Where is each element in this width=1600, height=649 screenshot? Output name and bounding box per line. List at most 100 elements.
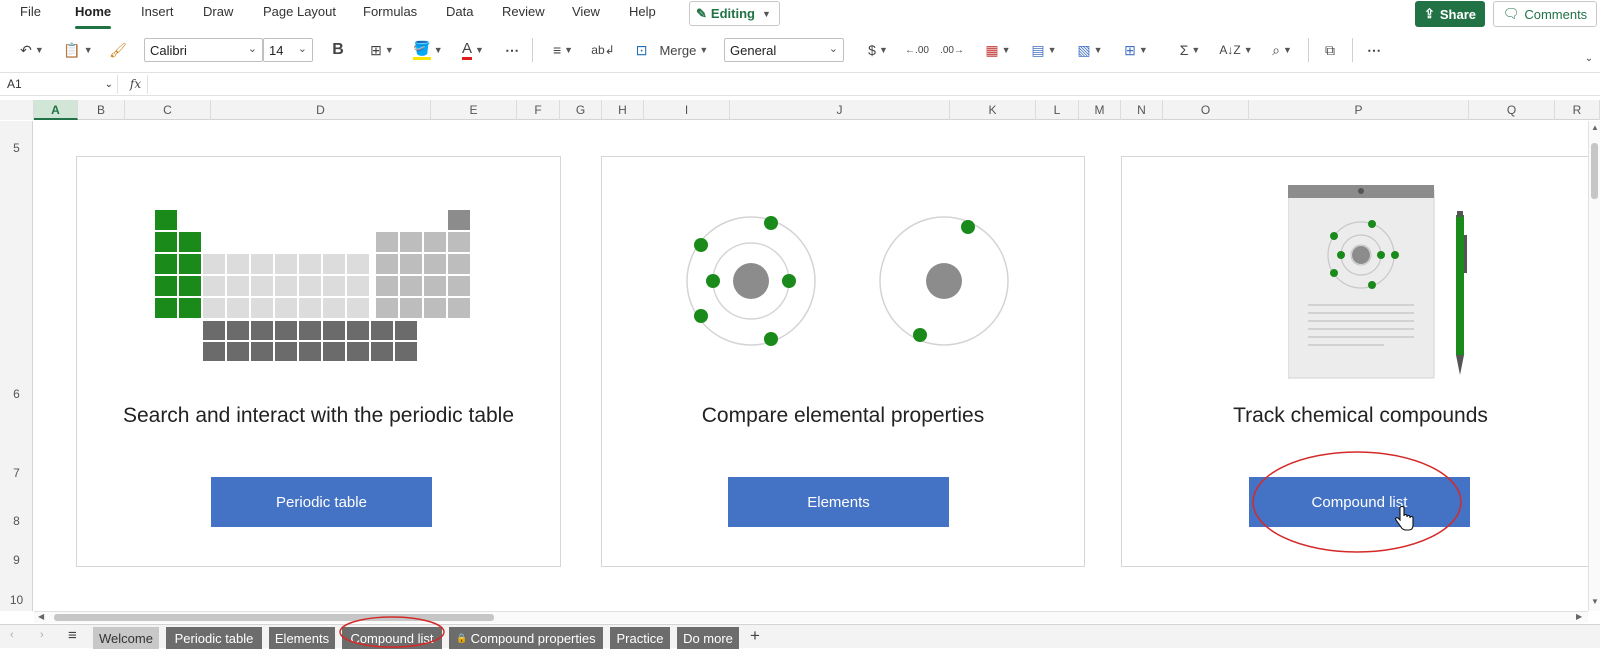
menu-insert[interactable]: Insert [141, 4, 174, 19]
row-header-9[interactable]: 9 [0, 553, 33, 567]
column-header-l[interactable]: L [1036, 100, 1079, 120]
column-header-b[interactable]: B [78, 100, 125, 120]
column-header-i[interactable]: I [644, 100, 730, 120]
row-header-5[interactable]: 5 [0, 141, 33, 155]
decrease-decimal-button[interactable]: .00→ [940, 38, 964, 62]
sort-filter-button[interactable]: A↓Z ▼ [1218, 38, 1254, 62]
align-button[interactable]: ≡ ▼ [545, 38, 581, 62]
menu-draw[interactable]: Draw [203, 4, 233, 19]
column-header-q[interactable]: Q [1469, 100, 1555, 120]
merge-button[interactable]: ⊡ Merge ▼ [628, 38, 716, 62]
column-header-d[interactable]: D [211, 100, 431, 120]
menu-review[interactable]: Review [502, 4, 545, 19]
more-options-button[interactable]: ⋯ [500, 38, 524, 62]
chevron-down-icon: ▼ [1243, 45, 1253, 55]
column-header-h[interactable]: H [602, 100, 644, 120]
sheet-tab-welcome[interactable]: Welcome [93, 627, 159, 649]
row-header-7[interactable]: 7 [0, 466, 33, 480]
worksheet-grid[interactable]: Search and interact with the periodic ta… [34, 121, 1600, 611]
tab-prev-icon[interactable]: ‹ [10, 629, 14, 641]
number-format-dropdown[interactable]: General ⌄ [724, 38, 844, 62]
column-header-a[interactable]: A [34, 100, 78, 120]
sheet-tab-periodic-table[interactable]: Periodic table [166, 627, 262, 649]
row-header-10[interactable]: 10 [0, 593, 33, 607]
scroll-up-icon[interactable]: ▲ [1591, 123, 1599, 132]
wrap-text-button[interactable]: ab↲ [591, 38, 614, 62]
merge-label: Merge [659, 42, 697, 58]
more-commands-button[interactable]: ⋯ [1362, 38, 1386, 62]
currency-format-button[interactable]: $ ▼ [861, 38, 895, 62]
row-header-6[interactable]: 6 [0, 387, 33, 401]
find-button[interactable]: ⌕ ▼ [1264, 38, 1300, 62]
menu-view[interactable]: View [572, 4, 600, 19]
select-all-corner[interactable] [0, 100, 34, 120]
name-box[interactable]: A1 ⌄ [4, 75, 118, 94]
increase-decimal-button[interactable]: ←.00 [905, 38, 929, 62]
column-headers: A B C D E F G H I J K L M N O P Q R [0, 100, 1600, 120]
analyze-data-button[interactable]: ⧉ [1318, 38, 1342, 62]
sheet-tab-elements[interactable]: Elements [269, 627, 335, 649]
vertical-scrollbar[interactable]: ▲ ▼ [1588, 121, 1600, 611]
menu-help[interactable]: Help [629, 4, 656, 19]
cell-styles-button[interactable]: ▧ ▼ [1072, 38, 1108, 62]
comment-icon: 🗨 [1502, 6, 1520, 21]
editing-mode-button[interactable]: ✎ Editing ▼ [689, 1, 780, 26]
format-painter-button[interactable]: 🖌 [106, 38, 130, 62]
column-header-m[interactable]: M [1079, 100, 1121, 120]
column-header-r[interactable]: R [1555, 100, 1600, 120]
scroll-down-icon[interactable]: ▼ [1591, 597, 1599, 606]
menu-home[interactable]: Home [75, 4, 112, 29]
paste-button[interactable]: 📋 ▼ [60, 38, 96, 62]
menu-page-layout[interactable]: Page Layout [263, 4, 336, 19]
tab-next-icon[interactable]: › [40, 629, 44, 641]
column-header-c[interactable]: C [125, 100, 211, 120]
menu-data[interactable]: Data [446, 4, 473, 19]
bold-button[interactable]: B [326, 38, 350, 62]
merge-cells-icon: ⊡ [635, 41, 648, 58]
borders-button[interactable]: ⊞ ▼ [364, 38, 400, 62]
scroll-left-icon[interactable]: ◀ [38, 612, 44, 621]
column-header-f[interactable]: F [517, 100, 560, 120]
column-header-o[interactable]: O [1163, 100, 1249, 120]
increase-decimal-icon: ←.00 [905, 44, 929, 56]
font-color-button[interactable]: A ▼ [455, 38, 491, 62]
red-highlight-ellipse [339, 616, 445, 648]
sheet-tab-compound-properties[interactable]: 🔒 Compound properties [449, 627, 603, 649]
insert-cells-button[interactable]: ⊞ ▼ [1118, 38, 1154, 62]
comments-label: Comments [1524, 6, 1588, 22]
sheet-tab-do-more[interactable]: Do more [677, 627, 739, 649]
fill-color-button[interactable]: 🪣 ▼ [410, 38, 446, 62]
column-header-p[interactable]: P [1249, 100, 1469, 120]
format-as-table-button[interactable]: ▤ ▼ [1026, 38, 1062, 62]
column-header-g[interactable]: G [560, 100, 602, 120]
collapse-ribbon-button[interactable]: ⌄ [1582, 46, 1596, 70]
undo-button[interactable]: ↶ ▼ [14, 38, 50, 62]
column-header-j[interactable]: J [730, 100, 950, 120]
column-header-k[interactable]: K [950, 100, 1036, 120]
elements-button[interactable]: Elements [728, 477, 949, 527]
font-name-dropdown[interactable]: Calibri ⌄ [144, 38, 263, 62]
periodic-table-button[interactable]: Periodic table [211, 477, 432, 527]
column-header-e[interactable]: E [431, 100, 517, 120]
menu-formulas[interactable]: Formulas [363, 4, 417, 19]
all-sheets-menu-icon[interactable]: ≡ [68, 627, 77, 644]
autosum-button[interactable]: Σ ▼ [1172, 38, 1208, 62]
fx-icon[interactable]: fx [124, 75, 148, 94]
conditional-formatting-button[interactable]: ▦ ▼ [980, 38, 1016, 62]
row-headers: 5 6 7 8 9 10 [0, 121, 33, 611]
comments-button[interactable]: 🗨 Comments [1493, 1, 1597, 27]
horizontal-scrollbar[interactable]: ◀ ▶ [34, 611, 1588, 623]
share-button[interactable]: ⇪ Share [1415, 1, 1485, 27]
chevron-down-icon: ▼ [1282, 45, 1292, 55]
row-header-8[interactable]: 8 [0, 514, 33, 528]
add-sheet-icon[interactable]: + [750, 626, 760, 646]
sheet-tab-practice[interactable]: Practice [610, 627, 670, 649]
scroll-right-icon[interactable]: ▶ [1576, 612, 1582, 621]
elements-card-title: Compare elemental properties [701, 404, 985, 427]
column-header-n[interactable]: N [1121, 100, 1163, 120]
menu-file[interactable]: File [20, 4, 41, 19]
periodic-table-card: Search and interact with the periodic ta… [76, 156, 561, 567]
formula-input[interactable] [152, 75, 1592, 94]
vertical-scroll-thumb[interactable] [1591, 143, 1598, 199]
font-size-dropdown[interactable]: 14 ⌄ [263, 38, 313, 62]
